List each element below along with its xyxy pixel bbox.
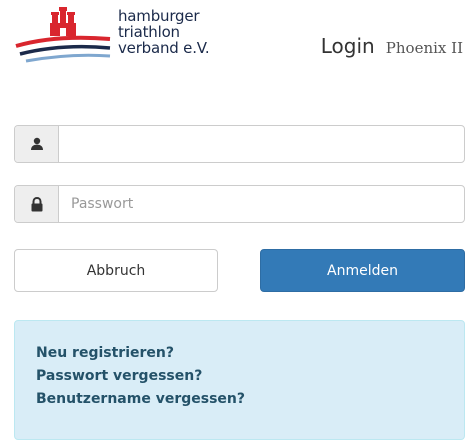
register-link[interactable]: Neu registrieren? (36, 342, 464, 365)
login-subtitle: Phoenix II (385, 39, 463, 57)
password-input[interactable] (59, 186, 464, 222)
forgot-password-link[interactable]: Passwort vergessen? (36, 365, 464, 388)
brand-line-3: verband e.V. (118, 39, 210, 57)
login-button[interactable]: Anmelden (260, 249, 465, 292)
hamburg-castle-logo-icon (15, 7, 111, 63)
help-links-panel: Neu registrieren? Passwort vergessen? Be… (14, 320, 465, 440)
forgot-username-link[interactable]: Benutzername vergessen? (36, 388, 464, 411)
username-input[interactable] (59, 126, 464, 162)
cancel-button[interactable]: Abbruch (14, 249, 218, 292)
page-title: Login Phoenix II (321, 34, 463, 58)
username-group (14, 125, 465, 163)
brand-line-1: hamburger (118, 7, 200, 25)
lock-icon (15, 186, 59, 222)
brand-line-2: triathlon (118, 23, 180, 41)
login-title: Login (320, 34, 375, 58)
user-icon (15, 126, 59, 162)
brand-logo: hamburger triathlon verband e.V. (14, 6, 224, 68)
brand-name: hamburger triathlon verband e.V. (118, 7, 210, 57)
password-group (14, 185, 465, 223)
